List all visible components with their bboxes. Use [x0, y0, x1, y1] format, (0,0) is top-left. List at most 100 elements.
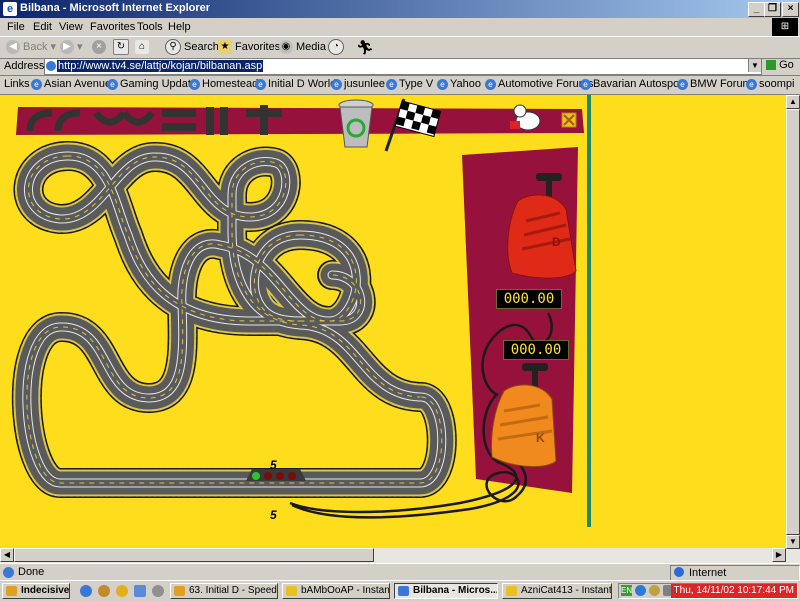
start-button[interactable]: Indecisive [2, 583, 70, 599]
straight-piece-icon-2[interactable] [162, 123, 196, 131]
refresh-icon: ↻ [113, 39, 129, 56]
address-dropdown-icon[interactable]: ▼ [748, 59, 761, 72]
quicklaunch-icon-5[interactable] [152, 585, 164, 597]
link-initial-d-world[interactable]: e Initial D World [255, 78, 336, 90]
link-icon: e [255, 78, 266, 90]
favorites-button[interactable]: ★ Favorites [218, 39, 280, 56]
tray-messenger-icon[interactable] [649, 585, 660, 596]
menu-tools[interactable]: Tools [137, 21, 163, 33]
address-label: Address [4, 60, 45, 72]
task-icon [174, 586, 185, 596]
history-icon: ◔ [328, 39, 344, 56]
race-track[interactable] [27, 156, 442, 483]
stop-button[interactable]: × [92, 39, 109, 56]
standard-toolbar: ◀ Back ▾ ▶ ▾ × ↻ ⌂ ⚲ Search ★ Favorites ◉ Med… [0, 36, 800, 59]
link-icon: e [189, 78, 200, 90]
forward-button[interactable]: ▶ ▾ [60, 39, 83, 56]
horizontal-scrollbar[interactable]: ◀ ▶ [0, 548, 786, 563]
task-bamboo[interactable]: bAMbOoAP - Instant... [282, 583, 390, 599]
clock[interactable]: Thu, 14/11/02 10:17:44 PM [670, 584, 797, 598]
links-label: Links [4, 78, 30, 90]
globe-icon [674, 567, 684, 577]
checkered-flag-icon[interactable] [384, 98, 442, 152]
lap-counter-top: 5 [270, 458, 277, 472]
favorites-icon: ★ [218, 40, 232, 55]
home-button[interactable]: ⌂ [135, 39, 152, 56]
scroll-right-icon[interactable]: ▶ [772, 548, 786, 562]
history-button[interactable]: ◔ [328, 39, 347, 56]
scroll-left-icon[interactable]: ◀ [0, 548, 14, 562]
media-icon: ◉ [279, 40, 293, 55]
stop-icon: × [92, 40, 106, 55]
search-button[interactable]: ⚲ Search [165, 39, 219, 56]
controller-2-letter: K [536, 431, 545, 445]
window-title: Bilbana - Microsoft Internet Explorer [20, 2, 211, 14]
link-yahoo[interactable]: e Yahoo [437, 78, 481, 90]
quicklaunch-icon-2[interactable] [98, 585, 110, 597]
menu-bar: File Edit View Favorites Tools Help [0, 18, 800, 36]
scroll-up-icon[interactable]: ▲ [786, 95, 800, 109]
back-button[interactable]: ◀ Back ▾ [6, 39, 56, 56]
link-asian-avenue[interactable]: e Asian Avenue [31, 78, 111, 90]
close-button[interactable]: × [782, 2, 799, 17]
link-icon: e [677, 78, 688, 90]
cross-piece-icon-v[interactable] [260, 105, 268, 135]
vertical-scrollbar[interactable]: ▲ ▼ [786, 95, 800, 563]
link-homestead[interactable]: e Homestead [189, 78, 258, 90]
task-aznicat[interactable]: AzniCat413 - Instant ... [502, 583, 612, 599]
menu-favorites[interactable]: Favorites [90, 21, 135, 33]
address-input[interactable]: http://www.tv4.se/lattjo/kojan/bilbanan.… [44, 58, 762, 75]
page-status-icon [3, 567, 14, 578]
status-bar: Done Internet [0, 563, 800, 581]
vertical-piece-icon[interactable] [206, 107, 214, 135]
quicklaunch-icon-4[interactable] [134, 585, 146, 597]
menu-edit[interactable]: Edit [33, 21, 52, 33]
task-icon [506, 586, 517, 596]
vertical-scroll-thumb[interactable] [786, 109, 800, 535]
refresh-button[interactable]: ↻ [113, 39, 132, 56]
taskbar: Indecisive 63. Initial D - Speedy... bAM… [0, 580, 800, 601]
link-type-v[interactable]: e Type V [386, 78, 433, 90]
link-jusunlee[interactable]: e jusunlee [331, 78, 385, 90]
link-soompi[interactable]: e soompi [746, 78, 794, 90]
straight-piece-icon[interactable] [162, 109, 196, 117]
start-icon [6, 586, 17, 596]
link-icon: e [331, 78, 342, 90]
minimize-button[interactable]: _ [748, 2, 765, 17]
task-icon [286, 586, 297, 596]
timer-player-2: 000.00 [503, 340, 569, 360]
link-gaming-update[interactable]: e Gaming Update [107, 78, 197, 90]
close-game-icon[interactable] [561, 112, 577, 128]
trash-bin-icon[interactable] [338, 99, 374, 148]
menu-view[interactable]: View [59, 21, 83, 33]
link-icon: e [580, 78, 591, 90]
game-canvas[interactable]: 000.00 000.00 D K 5 5 [0, 95, 786, 548]
link-bavarian-autosport[interactable]: e Bavarian Autosport [580, 78, 686, 90]
windows-logo-icon: ⊞ [772, 18, 798, 36]
link-bmw-forum[interactable]: e BMW Forum [677, 78, 752, 90]
tray-network-icon[interactable] [635, 585, 646, 596]
quicklaunch-ie-icon[interactable] [80, 585, 92, 597]
link-automotive-forums[interactable]: e Automotive Forums [485, 78, 593, 90]
title-bar[interactable]: e Bilbana - Microsoft Internet Explorer … [0, 0, 800, 18]
vertical-piece-icon-2[interactable] [220, 107, 228, 135]
lang-indicator[interactable]: EN [621, 585, 632, 596]
link-icon: e [386, 78, 397, 90]
task-bilbana[interactable]: Bilbana - Micros... [394, 583, 498, 599]
maximize-button[interactable]: ❐ [764, 2, 781, 17]
menu-help[interactable]: Help [168, 21, 191, 33]
messenger-button[interactable]: 🏃︎ [356, 39, 374, 56]
quicklaunch-icon-3[interactable] [116, 585, 128, 597]
media-button[interactable]: ◉ Media [279, 39, 326, 56]
menu-file[interactable]: File [7, 21, 25, 33]
forward-arrow-icon: ▶ [60, 40, 74, 55]
scroll-down-icon[interactable]: ▼ [786, 535, 800, 549]
address-bar: Address http://www.tv4.se/lattjo/kojan/b… [0, 57, 800, 76]
horizontal-scroll-thumb[interactable] [14, 548, 374, 562]
go-button[interactable]: Go [766, 59, 794, 71]
search-icon: ⚲ [165, 39, 181, 56]
page-icon [46, 61, 56, 71]
task-initial-d[interactable]: 63. Initial D - Speedy... [170, 583, 278, 599]
controller-1-letter: D [552, 235, 561, 249]
lap-counter-bottom: 5 [270, 508, 277, 522]
